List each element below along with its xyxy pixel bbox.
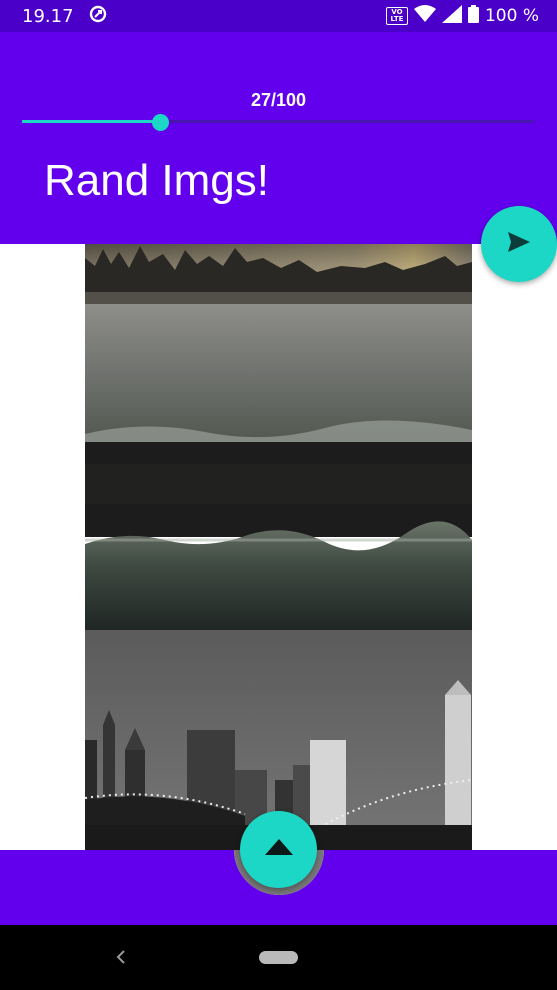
- slider-active-track: [22, 120, 160, 123]
- battery-percent: 100 %: [484, 6, 539, 26]
- volte-icon: VO LTE: [385, 7, 408, 25]
- home-pill[interactable]: [259, 951, 298, 964]
- system-nav-bar: [0, 925, 557, 990]
- slider-thumb[interactable]: [152, 114, 169, 131]
- volte-bottom-text: LTE: [390, 15, 404, 23]
- image-count-slider[interactable]: [22, 114, 534, 131]
- data-saver-icon: [88, 4, 108, 29]
- app-bar: 27/100 Rand Imgs!: [0, 32, 557, 244]
- battery-icon: [467, 4, 479, 28]
- status-time: 19.17: [22, 5, 74, 27]
- arrow-up-icon: [264, 839, 293, 860]
- app-title: Rand Imgs!: [44, 156, 269, 205]
- back-icon[interactable]: [112, 945, 130, 969]
- status-bar: 19.17 VO LTE 100 %: [0, 0, 557, 32]
- list-item-image-frosty-field[interactable]: [85, 244, 472, 630]
- send-button[interactable]: [481, 206, 557, 282]
- slider-value-label: 27/100: [250, 90, 307, 110]
- signal-icon: [441, 4, 462, 28]
- wifi-icon: [413, 4, 436, 28]
- send-icon: [508, 231, 530, 257]
- image-list[interactable]: [85, 244, 472, 850]
- scroll-to-top-button[interactable]: [240, 811, 317, 888]
